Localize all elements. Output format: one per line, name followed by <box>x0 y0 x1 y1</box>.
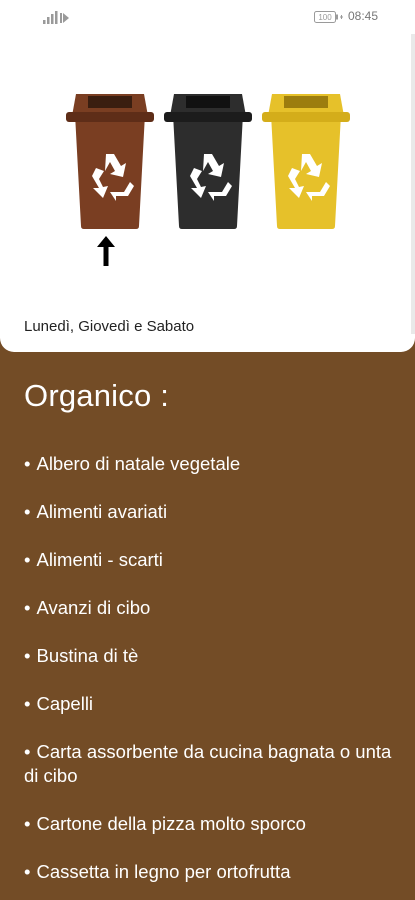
list-item: • Albero di natale vegetale <box>24 453 241 474</box>
organic-bin[interactable] <box>62 84 158 234</box>
list-item-label: Alimenti avariati <box>36 501 168 522</box>
list-item-label: Alimenti - scarti <box>36 549 163 570</box>
bins-row <box>62 84 362 244</box>
card-edge <box>411 34 415 334</box>
battery-level: 100 <box>318 13 332 22</box>
arrow-up-icon <box>97 236 115 266</box>
list-item: • Carta assorbente da cucina bagnata o un… <box>24 741 392 786</box>
list-item: • Bustina di tè <box>24 645 139 666</box>
battery-icon: 100 <box>314 11 343 23</box>
list-item: • Cassetta in legno per ortofrutta <box>24 861 291 882</box>
list-item-label: Capelli <box>36 693 94 714</box>
list-item: • Alimenti - scarti <box>24 549 163 570</box>
status-time: 08:45 <box>348 9 379 23</box>
list-item: • Avanzi di cibo <box>24 597 151 618</box>
category-title: Organico : <box>24 378 170 413</box>
list-item-label: Avanzi di cibo <box>36 597 151 618</box>
signal-icon <box>43 11 69 24</box>
category-panel: Organico : • Albero di natale vegetale • A… <box>0 330 415 900</box>
list-item-label: Cassetta in legno per ortofrutta <box>36 861 291 882</box>
app-screen: 100 08:45 Lunedì, Giovedì e Sabato Organ… <box>0 0 415 900</box>
list-item-label: Cartone della pizza molto sporco <box>36 813 306 834</box>
list-item-label: Bustina di tè <box>36 645 139 666</box>
status-bar: 100 08:45 <box>0 0 415 32</box>
collection-schedule: Lunedì, Giovedì e Sabato <box>24 318 195 335</box>
list-item-label: Carta assorbente da cucina bagnata o unt… <box>24 741 392 786</box>
list-item: • Cartone della pizza molto sporco <box>24 813 306 834</box>
list-item: • Capelli <box>24 693 94 714</box>
plastic-bin[interactable] <box>258 84 354 234</box>
waste-items-list: • Albero di natale vegetale • Alimenti ava… <box>24 452 394 900</box>
bins-card: 100 08:45 Lunedì, Giovedì e Sabato <box>0 0 415 352</box>
list-item: • Alimenti avariati <box>24 501 168 522</box>
general-bin[interactable] <box>160 84 256 234</box>
list-item-label: Albero di natale vegetale <box>36 453 241 474</box>
